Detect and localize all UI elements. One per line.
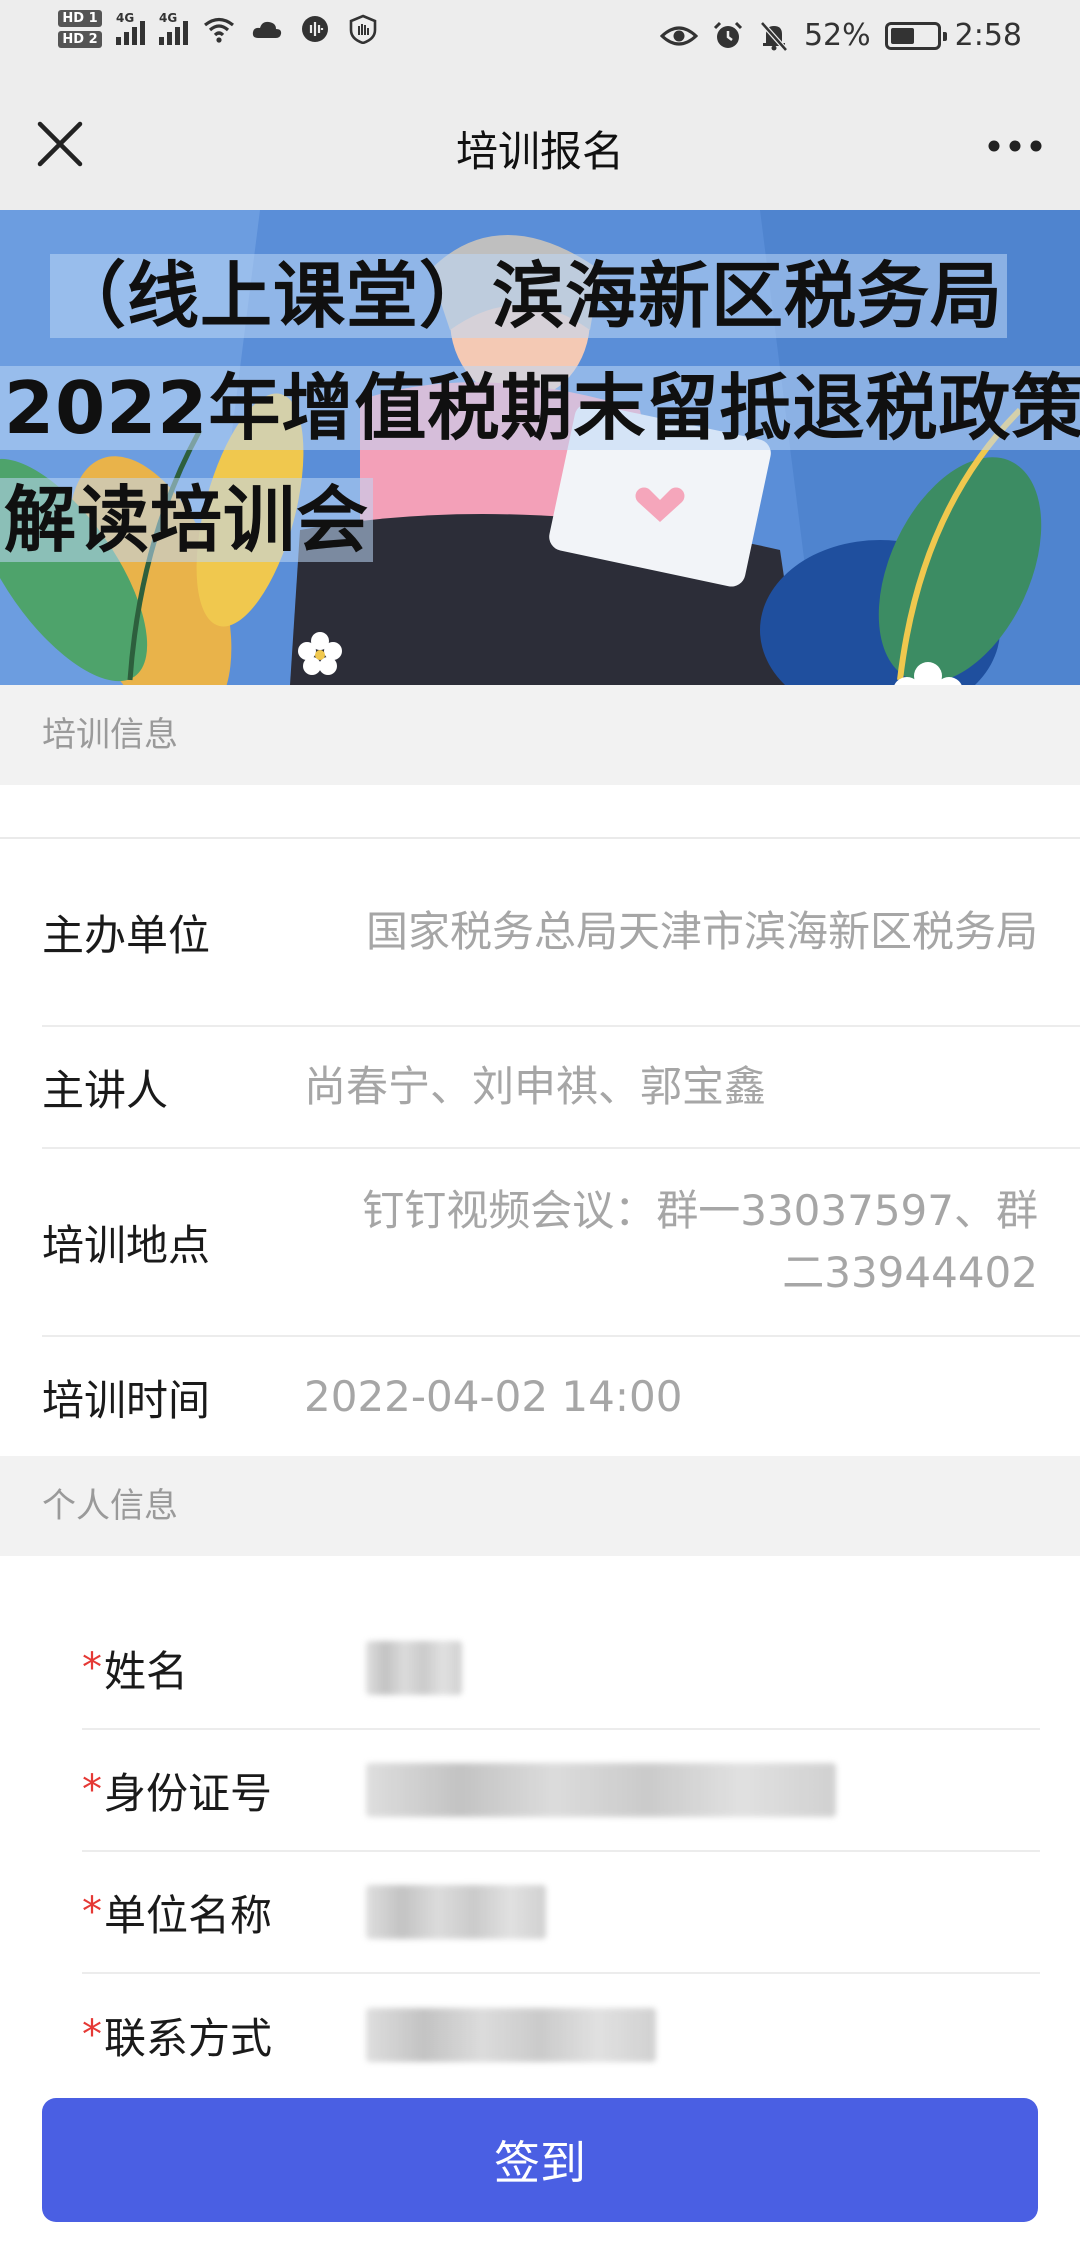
battery-percent: 52% [803,18,871,53]
form-label: 身份证号 [104,1768,273,1818]
info-value: 尚春宁、刘申祺、郭宝鑫 [304,1062,767,1111]
banner-title-line2: 2022年增值税期末留抵退税政策 [0,352,1080,464]
form-label: 联系方式 [104,2013,273,2063]
status-bar: HD 1 HD 2 4G 4G 52% 2:58 [0,0,1080,80]
info-value: 2022-04-02 14:00 [304,1372,683,1421]
name-field[interactable] [366,1641,462,1695]
info-row-time: 培训时间 2022-04-02 14:00 [42,1337,1080,1457]
battery-level [890,27,914,44]
info-row-speakers: 主讲人 尚春宁、刘申祺、郭宝鑫 [42,1027,1080,1149]
required-mark: * [82,1645,102,1691]
form-row-name: * 姓名 [82,1608,1040,1730]
more-options-icon[interactable] [980,118,1050,174]
alarm-icon [713,21,742,48]
hd2-badge: HD 2 [58,31,102,48]
info-value: 钉钉视频会议：群一33037597、群二33944402 [362,1186,1038,1297]
check-in-button[interactable]: 签到 [42,2098,1038,2222]
form-row-id-number: * 身份证号 [82,1730,1040,1852]
hand-shield-icon [349,14,377,44]
personal-info-form: * 姓名 * 身份证号 * 单位名称 * 联系方式 [0,1556,1080,2096]
organization-field[interactable] [366,1885,546,1939]
id-number-field[interactable] [366,1763,836,1817]
event-banner: （线上课堂）滨海新区税务局 2022年增值税期末留抵退税政策 解读培训会 [0,210,1080,685]
banner-title: （线上课堂）滨海新区税务局 2022年增值税期末留抵退税政策 解读培训会 [0,240,1080,576]
info-value: 国家税务总局天津市滨海新区税务局 [365,907,1038,956]
info-row-organizer: 主办单位 国家税务总局天津市滨海新区税务局 [42,839,1080,1027]
required-mark: * [82,2012,102,2058]
mute-bell-icon [760,20,788,52]
form-label: 单位名称 [104,1890,273,1940]
hd1-badge: HD 1 [58,10,102,27]
info-label: 主讲人 [42,1065,169,1115]
info-label: 培训时间 [42,1375,211,1425]
banner-title-line3: 解读培训会 [0,464,1080,576]
training-info-list: 主办单位 国家税务总局天津市滨海新区税务局 主讲人 尚春宁、刘申祺、郭宝鑫 培训… [0,837,1080,1457]
wifi-icon [204,17,234,43]
signal-icon-sim2: 4G [159,11,188,45]
page-title: 培训报名 [455,127,624,176]
status-right-icons: 52% 2:58 [659,18,1022,53]
form-label: 姓名 [104,1646,189,1696]
required-mark: * [82,1889,102,1935]
form-row-organization: * 单位名称 [82,1852,1040,1974]
required-mark: * [82,1767,102,1813]
contact-field[interactable] [366,2008,656,2062]
battery-icon [884,21,947,50]
form-row-contact: * 联系方式 [82,1974,1040,2096]
info-label: 培训地点 [42,1220,211,1270]
banner-title-line1: （线上课堂）滨海新区税务局 [0,240,1080,352]
nav-bar: 培训报名 [0,80,1080,210]
section-header-personal: 个人信息 [0,1456,1080,1556]
cloud-icon [252,21,282,38]
status-left-icons: HD 1 HD 2 4G 4G [58,10,380,48]
hd-indicator: HD 1 HD 2 [58,10,102,48]
signal-icon-sim1: 4G [116,11,145,45]
section-header-training: 培训信息 [0,685,1080,785]
voice-wave-icon [302,16,328,42]
info-row-location: 培训地点 钉钉视频会议：群一33037597、群二33944402 [42,1149,1080,1337]
info-label: 主办单位 [42,910,211,960]
eye-comfort-icon [659,26,698,45]
section-spacer [0,785,1080,837]
clock-time: 2:58 [954,18,1022,53]
